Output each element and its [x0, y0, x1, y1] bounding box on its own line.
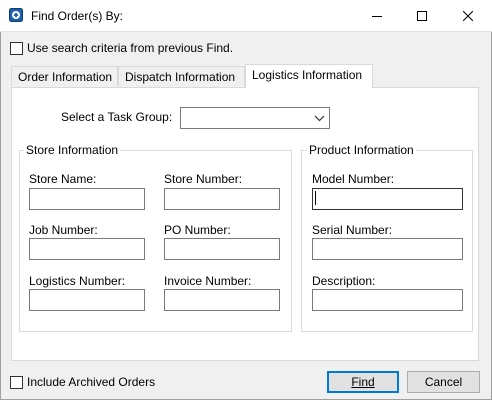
- use-previous-label[interactable]: Use search criteria from previous Find.: [27, 41, 233, 55]
- tab-logistics-information[interactable]: Logistics Information: [245, 64, 373, 88]
- description-field[interactable]: [312, 289, 463, 311]
- description-label: Description:: [312, 274, 376, 288]
- close-button[interactable]: [445, 0, 491, 31]
- find-button-label: Find: [351, 375, 375, 389]
- maximize-button[interactable]: [399, 0, 445, 31]
- maximize-icon: [417, 10, 427, 21]
- logistics-number-field[interactable]: [29, 289, 145, 311]
- job-number-field[interactable]: [29, 238, 145, 260]
- serial-number-field[interactable]: [312, 238, 463, 260]
- window-title: Find Order(s) By:: [31, 9, 124, 23]
- task-group-select[interactable]: [180, 107, 330, 129]
- store-name-label: Store Name:: [29, 172, 97, 186]
- job-number-label: Job Number:: [29, 223, 98, 237]
- minimize-icon: [372, 15, 382, 17]
- task-group-label: Select a Task Group:: [61, 110, 173, 124]
- po-number-field[interactable]: [164, 238, 280, 260]
- find-button[interactable]: Find: [327, 371, 399, 393]
- product-information-legend: Product Information: [307, 143, 416, 157]
- tab-label: Order Information: [18, 70, 113, 84]
- store-number-field[interactable]: [164, 188, 280, 210]
- tab-order-information[interactable]: Order Information: [11, 66, 118, 86]
- store-name-field[interactable]: [29, 188, 145, 210]
- include-archived-checkbox[interactable]: [10, 376, 23, 389]
- invoice-number-label: Invoice Number:: [164, 274, 252, 288]
- model-number-field[interactable]: [312, 188, 463, 210]
- store-information-legend: Store Information: [24, 143, 121, 157]
- text-caret: [315, 191, 316, 205]
- include-archived-label[interactable]: Include Archived Orders: [27, 375, 155, 389]
- use-previous-checkbox[interactable]: [10, 42, 23, 55]
- serial-number-label: Serial Number:: [312, 223, 393, 237]
- minimize-button[interactable]: [354, 0, 400, 31]
- model-number-label: Model Number:: [312, 172, 395, 186]
- app-icon: [9, 8, 23, 22]
- cancel-button[interactable]: Cancel: [407, 371, 480, 393]
- invoice-number-field[interactable]: [164, 289, 280, 311]
- tab-label: Dispatch Information: [125, 70, 236, 84]
- title-bar[interactable]: Find Order(s) By:: [0, 0, 492, 32]
- po-number-label: PO Number:: [164, 223, 231, 237]
- cancel-button-label: Cancel: [424, 375, 463, 389]
- logistics-number-label: Logistics Number:: [29, 274, 126, 288]
- chevron-down-icon: [314, 115, 325, 122]
- tab-label: Logistics Information: [252, 68, 363, 82]
- store-number-label: Store Number:: [164, 172, 243, 186]
- tab-dispatch-information[interactable]: Dispatch Information: [118, 66, 245, 86]
- close-icon: [463, 10, 473, 21]
